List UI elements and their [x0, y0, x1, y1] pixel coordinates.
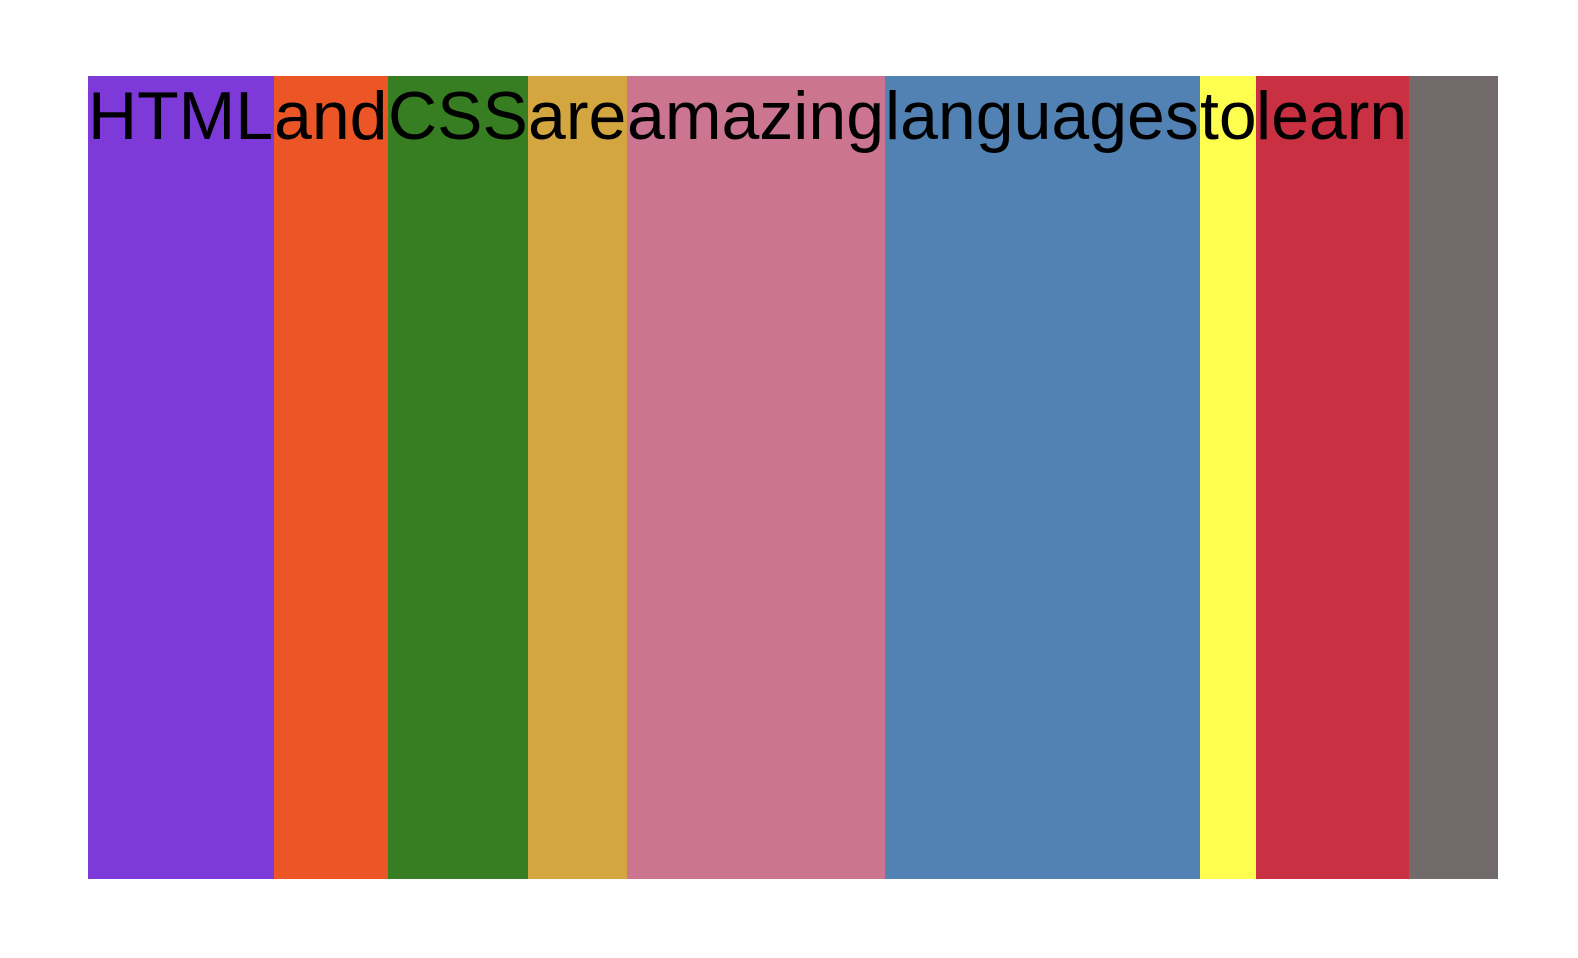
flex-item-are: are: [528, 76, 627, 879]
flex-item-to: to: [1200, 76, 1257, 879]
flex-item-css: CSS: [388, 76, 528, 879]
flex-item-learn: learn: [1256, 76, 1409, 879]
flex-item-amazing: amazing: [627, 76, 885, 879]
flex-item-html: HTML: [88, 76, 274, 879]
flex-item-and: and: [274, 76, 388, 879]
flex-container: HTML and CSS are amazing languages to le…: [88, 76, 1498, 879]
flex-container-remaining-space: [1409, 76, 1498, 879]
flex-item-languages: languages: [885, 76, 1200, 879]
